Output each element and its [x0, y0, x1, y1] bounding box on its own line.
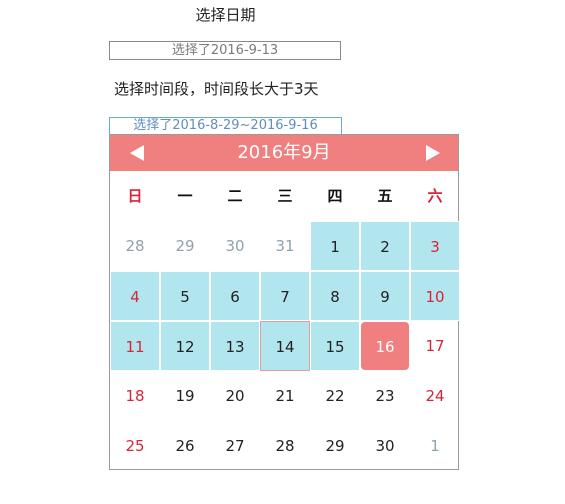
- calendar-day[interactable]: 20: [210, 371, 260, 421]
- range-picker-title: 选择时间段，时间段长大于3天: [114, 80, 319, 98]
- calendar-header: 2016年9月: [110, 135, 458, 171]
- date-picker-title: 选择日期: [195, 6, 256, 24]
- calendar-day[interactable]: 30: [360, 421, 410, 471]
- date-input[interactable]: 选择了2016-9-13: [109, 41, 341, 60]
- calendar-day[interactable]: 11: [110, 321, 160, 371]
- calendar-day[interactable]: 1: [410, 421, 460, 471]
- calendar-day[interactable]: 5: [160, 271, 210, 321]
- calendar-day[interactable]: 3: [410, 221, 460, 271]
- calendar-day[interactable]: 12: [160, 321, 210, 371]
- weekday-label: 三: [277, 187, 293, 205]
- days-grid: 28 29 30 31 1 2 3 4 5 6 7 8 9 10 11 12 13 14 15 16 17 18 19 20 2…: [110, 221, 460, 471]
- calendar-day[interactable]: 1: [310, 221, 360, 271]
- calendar-day[interactable]: 23: [360, 371, 410, 421]
- calendar-day[interactable]: 29: [160, 221, 210, 271]
- calendar-day[interactable]: 9: [360, 271, 410, 321]
- calendar-popup: 2016年9月 日一二三四五六 28 29 30 31 1 2 3 4 5 6 7 8 9 10 11 12 1…: [109, 134, 460, 471]
- weekday-label: 五: [377, 187, 393, 205]
- next-month-arrow-icon[interactable]: [426, 145, 440, 161]
- calendar-day[interactable]: 8: [310, 271, 360, 321]
- calendar-day[interactable]: 29: [310, 421, 360, 471]
- calendar-month-title: 2016年9月: [237, 142, 331, 163]
- calendar-day[interactable]: 4: [110, 271, 160, 321]
- calendar-day[interactable]: 2: [360, 221, 410, 271]
- calendar-day[interactable]: 18: [110, 371, 160, 421]
- weekday-label: 二: [227, 187, 243, 205]
- calendar-day[interactable]: 24: [410, 371, 460, 421]
- calendar-day[interactable]: 27: [210, 421, 260, 471]
- weekday-label: 四: [327, 187, 343, 205]
- calendar-day[interactable]: 28: [110, 221, 160, 271]
- calendar-day[interactable]: 30: [210, 221, 260, 271]
- calendar-day[interactable]: 17: [410, 321, 460, 371]
- calendar-day[interactable]: 7: [260, 271, 310, 321]
- calendar-day[interactable]: 31: [260, 221, 310, 271]
- weekday-label: 六: [427, 187, 443, 205]
- calendar-day[interactable]: 21: [260, 371, 310, 421]
- calendar-day[interactable]: 28: [260, 421, 310, 471]
- calendar-day[interactable]: 22: [310, 371, 360, 421]
- calendar-day[interactable]: 13: [210, 321, 260, 371]
- weekday-row: 日一二三四五六: [110, 171, 460, 221]
- prev-month-arrow-icon[interactable]: [130, 145, 144, 161]
- date-range-input[interactable]: 选择了2016-8-29~2016-9-16: [109, 117, 342, 135]
- weekday-label: 一: [177, 187, 193, 205]
- calendar-day[interactable]: 25: [110, 421, 160, 471]
- calendar-day[interactable]: 6: [210, 271, 260, 321]
- calendar-day[interactable]: 16: [360, 321, 410, 371]
- calendar-day[interactable]: 15: [310, 321, 360, 371]
- calendar-day[interactable]: 14: [260, 321, 310, 371]
- calendar-day[interactable]: 19: [160, 371, 210, 421]
- calendar-day[interactable]: 10: [410, 271, 460, 321]
- calendar-day[interactable]: 26: [160, 421, 210, 471]
- weekday-label: 日: [127, 187, 143, 205]
